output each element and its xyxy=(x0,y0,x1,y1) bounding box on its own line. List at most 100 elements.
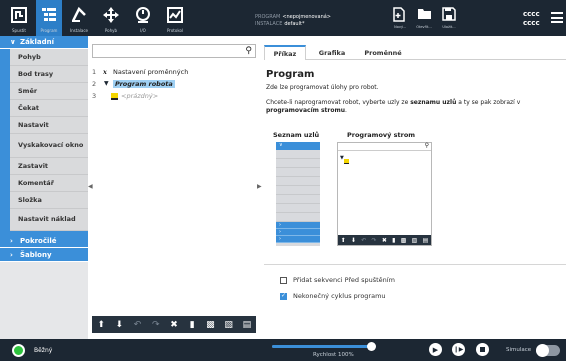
tab-command[interactable]: Příkaz xyxy=(264,45,306,60)
speed-slider[interactable] xyxy=(272,342,376,351)
speed-label: Rychlost 100% xyxy=(313,352,354,358)
suppress-icon[interactable]: ▤ xyxy=(240,320,254,330)
sidebar-item-label: Bod trasy xyxy=(18,69,54,78)
save-button-label: Uložit... xyxy=(442,25,456,29)
tab-label: Proměnné xyxy=(364,48,402,57)
nav-log-label: Protokol xyxy=(166,28,184,33)
checkbox-checked[interactable] xyxy=(280,292,287,300)
desc-bold: programovacím stromu xyxy=(266,107,346,114)
tab-graphics[interactable]: Grafika xyxy=(312,45,352,60)
installation-value: default* xyxy=(284,21,305,27)
node-category-sidebar: ∨ Základní Pohyb Bod trasy Směr Čekat Na… xyxy=(0,36,88,339)
empty-node-icon xyxy=(344,159,349,164)
move-down-icon: ⬇ xyxy=(350,236,356,244)
desc-text: . xyxy=(345,107,347,114)
new-file-icon xyxy=(393,7,407,23)
sidebar-item-direction[interactable]: Směr xyxy=(10,83,88,100)
search-icon: ⚲ xyxy=(424,142,429,149)
nav-installation[interactable]: Instalace xyxy=(66,0,92,36)
undo-icon[interactable]: ↶ xyxy=(131,320,145,330)
program-triangle-icon: ▼ xyxy=(104,80,109,87)
redo-icon[interactable]: ↷ xyxy=(149,320,163,330)
checkbox-unchecked[interactable] xyxy=(280,276,287,284)
new-button[interactable]: Nový... xyxy=(389,0,411,36)
nav-io[interactable]: I/O xyxy=(130,0,156,36)
collapse-right-icon[interactable]: ▶ xyxy=(257,183,262,190)
paste-icon[interactable]: ▩ xyxy=(203,320,217,330)
nav-io-label: I/O xyxy=(140,28,146,33)
stop-button[interactable] xyxy=(476,343,489,356)
speed-slider-knob[interactable] xyxy=(367,342,376,351)
installation-icon xyxy=(69,5,89,25)
chevron-right-icon: › xyxy=(276,229,320,236)
delete-icon: ▧ xyxy=(411,236,418,244)
simulation-toggle[interactable] xyxy=(536,344,560,357)
line-number: 2 xyxy=(92,80,97,88)
step-button[interactable]: ❙▶ xyxy=(452,343,465,356)
node-list-illustration: ∨ › › › xyxy=(276,142,320,246)
program-tree-label: Programový strom xyxy=(347,131,416,139)
sidebar-item-halt[interactable]: Zastavit xyxy=(10,158,88,175)
page-title: Program xyxy=(266,69,315,80)
simulation-label: Simulace xyxy=(506,347,532,353)
chevron-down-icon: ∨ xyxy=(276,142,320,150)
save-button[interactable]: Uložit... xyxy=(438,0,460,36)
mini-toolbar: ⬆ ⬇ ↶ ↷ ✖ ▮ ▩ ▧ ▤ xyxy=(338,235,431,245)
empty-node-icon xyxy=(111,93,118,100)
nav-move[interactable]: Pohyb xyxy=(98,0,124,36)
category-templates[interactable]: › Šablony xyxy=(0,248,88,262)
before-start-checkbox[interactable]: Přidat sekvenci Před spuštěním xyxy=(280,276,395,284)
sidebar-item-folder[interactable]: Složka xyxy=(10,192,88,209)
open-button[interactable]: Otevřít... xyxy=(413,0,435,36)
category-basic[interactable]: ∨ Základní xyxy=(0,36,88,49)
category-advanced[interactable]: › Pokročilé xyxy=(0,234,88,248)
chevron-right-icon: › xyxy=(10,236,13,245)
undo-icon: ↶ xyxy=(361,236,367,244)
chevron-right-icon: › xyxy=(276,236,320,243)
step-icon: ❙▶ xyxy=(453,346,464,353)
sidebar-item-label: Složka xyxy=(18,195,42,204)
sidebar-item-label: Nastavit xyxy=(18,120,49,129)
page-description: Chcete-li naprogramovat robot, vyberte u… xyxy=(266,99,561,115)
hamburger-menu-icon[interactable] xyxy=(551,12,563,23)
power-button-icon[interactable] xyxy=(12,344,25,357)
nav-program[interactable]: Program xyxy=(36,0,62,36)
category-templates-label: Šablony xyxy=(20,250,52,259)
delete-icon[interactable]: ▧ xyxy=(222,320,236,330)
content-tabs: Příkaz Grafika Proměnné xyxy=(264,45,566,60)
tree-search-input[interactable]: ⚲ xyxy=(92,44,256,58)
sidebar-item-label: Nastavit náklad xyxy=(18,215,76,223)
robot-status: Běžný xyxy=(34,347,53,354)
line-number: 3 xyxy=(92,92,97,100)
move-down-icon[interactable]: ⬇ xyxy=(112,320,126,330)
chevron-right-icon: › xyxy=(10,250,13,259)
tab-variables[interactable]: Proměnné xyxy=(358,45,408,60)
chevron-down-icon: ∨ xyxy=(10,38,16,46)
category-basic-label: Základní xyxy=(20,38,54,46)
loop-forever-checkbox[interactable]: Nekonečný cyklus programu xyxy=(280,292,386,300)
category-advanced-label: Pokročilé xyxy=(20,236,57,245)
sidebar-item-wait[interactable]: Čekat xyxy=(10,100,88,117)
sidebar-item-comment[interactable]: Komentář xyxy=(10,175,88,192)
sidebar-item-waypoint[interactable]: Bod trasy xyxy=(10,66,88,83)
sidebar-item-label: Čekat xyxy=(18,103,39,112)
tab-label: Příkaz xyxy=(273,49,297,58)
sidebar-item-set-payload[interactable]: Nastavit náklad xyxy=(10,209,88,231)
sidebar-item-set[interactable]: Nastavit xyxy=(10,117,88,134)
play-button[interactable]: ▶ xyxy=(429,343,442,356)
program-list-icon xyxy=(39,5,59,25)
nav-log[interactable]: Protokol xyxy=(162,0,188,36)
program-tree-panel: ⚲ 1 x Nastavení proměnných 2 ▼ Program r… xyxy=(92,44,256,337)
program-name-line: PROGRAM <nepojmenovaná> xyxy=(255,14,331,20)
move-up-icon: ⬆ xyxy=(340,236,346,244)
sidebar-item-move[interactable]: Pohyb xyxy=(10,49,88,66)
nav-program-label: Program xyxy=(40,28,58,33)
log-chart-icon xyxy=(165,5,185,25)
nav-run[interactable]: Spustit xyxy=(6,0,32,36)
move-up-icon[interactable]: ⬆ xyxy=(94,320,108,330)
nav-installation-label: Instalace xyxy=(69,28,89,33)
cut-icon[interactable]: ✖ xyxy=(167,320,181,330)
copy-icon: ▮ xyxy=(392,236,396,244)
sidebar-item-popup[interactable]: Vyskakovací okno xyxy=(10,134,88,158)
copy-icon[interactable]: ▮ xyxy=(185,320,199,330)
